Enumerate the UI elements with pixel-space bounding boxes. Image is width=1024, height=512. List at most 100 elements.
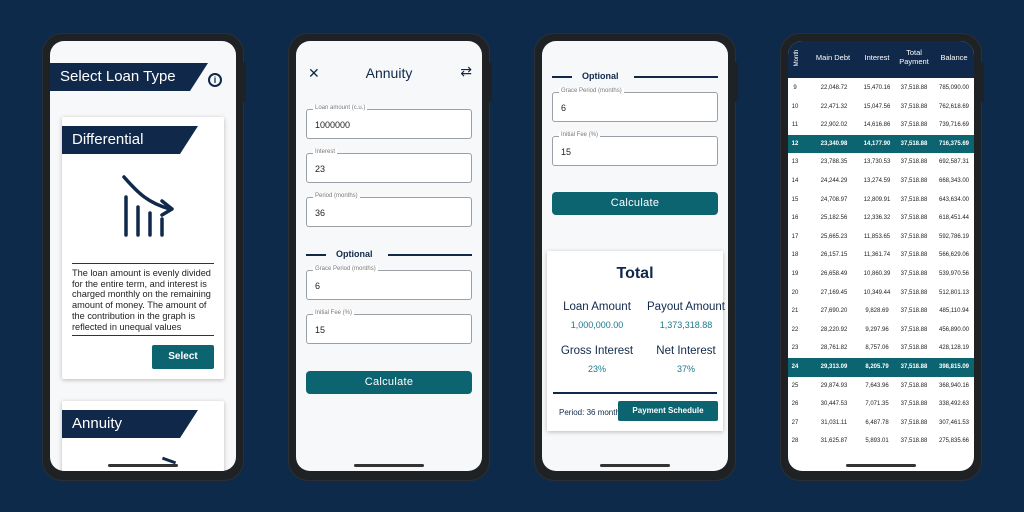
phone-payment-schedule: Month Main Debt Interest Total Payment B… bbox=[780, 33, 984, 481]
calculate-button[interactable]: Calculate bbox=[306, 371, 472, 394]
table-cell: 31,031.11 bbox=[820, 419, 848, 426]
table-cell: 8,757.06 bbox=[865, 345, 889, 352]
field-label: Grace Period (months) bbox=[313, 266, 378, 272]
table-cell: 307,461.53 bbox=[938, 419, 970, 426]
table-row: 20 27,169.45 10,349.44 37,518.88 512,801.13 bbox=[788, 284, 974, 303]
table-cell: 37,518.88 bbox=[900, 252, 928, 259]
table-cell: 24,244.29 bbox=[820, 178, 848, 184]
table-cell: 23,788.35 bbox=[820, 159, 848, 166]
table-cell: 37,518.88 bbox=[900, 419, 928, 426]
table-cell: 485,110.94 bbox=[939, 308, 969, 315]
screen: Select Loan Type i Differential The loan… bbox=[50, 41, 236, 471]
field-label: Loan amount (c.u.) bbox=[313, 105, 368, 111]
grace-period-field[interactable]: Grace Period (months) 6 bbox=[306, 266, 472, 300]
table-cell: 338,492.63 bbox=[938, 401, 970, 408]
table-cell: 739,716.69 bbox=[938, 122, 970, 129]
table-cell: 5,893.01 bbox=[865, 438, 889, 445]
loan-type-card-differential[interactable]: Differential The loan amount is evenly d… bbox=[62, 117, 224, 379]
table-cell: 13,274.59 bbox=[863, 178, 891, 184]
table-cell: 37,518.88 bbox=[900, 140, 928, 147]
table-cell: 37,518.88 bbox=[900, 289, 928, 296]
table-row: 26 30,447.53 7,071.35 37,518.88 338,492.63 bbox=[788, 395, 974, 414]
home-indicator[interactable] bbox=[354, 464, 424, 467]
payment-schedule-button[interactable]: Payment Schedule bbox=[618, 401, 718, 421]
field-label: Initial Fee (%) bbox=[313, 310, 355, 316]
table-cell: 37,518.88 bbox=[900, 215, 928, 222]
section-label: Optional bbox=[582, 71, 619, 81]
calculate-button[interactable]: Calculate bbox=[552, 192, 718, 215]
field-label: Interest bbox=[313, 149, 338, 155]
table-cell: 9,297.96 bbox=[865, 326, 889, 333]
table-cell: 37,518.88 bbox=[900, 438, 928, 445]
net-interest-value: 37% bbox=[676, 364, 695, 374]
table-cell: 11,853.65 bbox=[863, 233, 891, 240]
period-field[interactable]: Period (months) 36 bbox=[306, 193, 472, 227]
grace-period-field[interactable]: Grace Period (months) 6 bbox=[552, 88, 718, 122]
gross-interest-value: 23% bbox=[587, 364, 606, 374]
table-cell: 28 bbox=[791, 438, 799, 445]
field-label: Grace Period (months) bbox=[559, 88, 624, 94]
table-cell: 37,518.88 bbox=[900, 159, 928, 166]
table-cell: 37,518.88 bbox=[900, 103, 928, 110]
table-cell: 398,815.09 bbox=[938, 364, 970, 370]
table-cell: 17 bbox=[791, 233, 799, 240]
table-cell: 28,761.82 bbox=[820, 345, 848, 352]
payout-amount-value: 1,373,318.88 bbox=[659, 320, 713, 330]
col-month-header: Month bbox=[794, 49, 800, 67]
table-cell: 785,090.00 bbox=[938, 85, 970, 91]
field-value: 15 bbox=[315, 325, 326, 335]
table-cell: 716,375.69 bbox=[938, 140, 970, 147]
table-cell: 618,451.44 bbox=[938, 215, 970, 222]
period-summary: Period: 36 months bbox=[559, 408, 624, 417]
page-title: Select Loan Type bbox=[50, 63, 208, 91]
loan-amount-field[interactable]: Loan amount (c.u.) 1000000 bbox=[306, 105, 472, 139]
table-cell: 13 bbox=[791, 159, 799, 166]
field-value: 36 bbox=[315, 208, 326, 218]
gross-interest-label: Gross Interest bbox=[560, 345, 634, 357]
phone-annuity-results: Optional Grace Period (months) 6 Initial… bbox=[534, 33, 738, 481]
table-cell: 31,625.87 bbox=[820, 438, 848, 445]
table-row: 23 28,761.82 8,757.06 37,518.88 428,128.19 bbox=[788, 339, 974, 358]
table-cell: 456,890.00 bbox=[938, 326, 970, 333]
payout-amount-label: Payout Amount bbox=[647, 301, 725, 313]
table-cell: 37,518.88 bbox=[900, 345, 928, 352]
loan-amount-value: 1,000,000.00 bbox=[570, 320, 624, 330]
table-cell: 12,809.91 bbox=[863, 196, 891, 203]
table-row: 25 29,874.93 7,643.96 37,518.88 368,940.16 bbox=[788, 377, 974, 396]
table-cell: 22,048.72 bbox=[820, 85, 848, 91]
card-title: Differential bbox=[62, 126, 198, 154]
loan-type-card-annuity[interactable]: Annuity bbox=[62, 401, 224, 471]
interest-field[interactable]: Interest 23 bbox=[306, 149, 472, 183]
table-cell: 37,518.88 bbox=[900, 364, 928, 370]
table-row: 21 27,690.20 9,828.69 37,518.88 485,110.94 bbox=[788, 302, 974, 321]
table-row: 17 25,665.23 11,853.65 37,518.88 592,786.19 bbox=[788, 228, 974, 247]
table-cell: 14,616.86 bbox=[863, 122, 891, 129]
table-row: 28 31,625.87 5,893.01 37,518.88 275,835.66 bbox=[788, 432, 974, 451]
table-cell: 20 bbox=[791, 289, 799, 296]
table-cell: 9 bbox=[793, 85, 797, 91]
table-cell: 8,205.79 bbox=[865, 364, 889, 370]
initial-fee-field[interactable]: Initial Fee (%) 15 bbox=[306, 310, 472, 344]
swap-icon[interactable]: ⇄ bbox=[460, 63, 472, 80]
table-row: 9 22,048.72 15,470.16 37,518.88 785,090.00 bbox=[788, 79, 974, 98]
table-cell: 22,471.32 bbox=[820, 103, 848, 110]
initial-fee-field[interactable]: Initial Fee (%) 15 bbox=[552, 132, 718, 166]
table-cell: 428,128.19 bbox=[938, 345, 970, 352]
info-icon[interactable]: i bbox=[208, 73, 222, 87]
table-cell: 539,970.56 bbox=[938, 271, 970, 277]
table-cell: 14,177.90 bbox=[863, 140, 891, 147]
table-cell: 27 bbox=[791, 419, 799, 426]
table-row: 24 29,313.09 8,205.79 37,518.88 398,815.09 bbox=[788, 358, 974, 377]
table-cell: 668,343.00 bbox=[938, 178, 970, 184]
home-indicator[interactable] bbox=[600, 464, 670, 467]
table-cell: 37,518.88 bbox=[900, 85, 928, 91]
home-indicator[interactable] bbox=[846, 464, 916, 467]
table-cell: 29,313.09 bbox=[820, 364, 848, 370]
table-cell: 18 bbox=[791, 252, 799, 259]
select-button[interactable]: Select bbox=[152, 345, 214, 369]
home-indicator[interactable] bbox=[108, 464, 178, 467]
net-interest-label: Net Interest bbox=[656, 345, 716, 357]
table-cell: 10 bbox=[791, 103, 799, 110]
screen: Month Main Debt Interest Total Payment B… bbox=[788, 41, 974, 471]
table-cell: 24 bbox=[791, 364, 799, 370]
